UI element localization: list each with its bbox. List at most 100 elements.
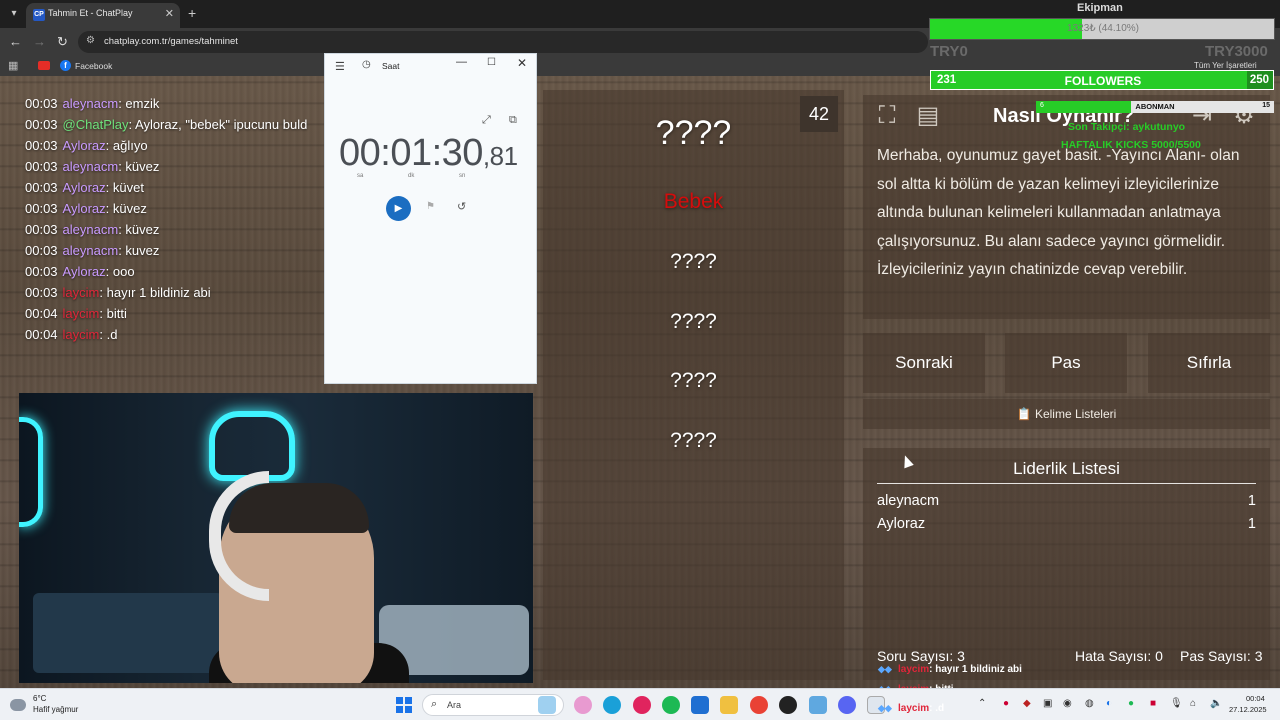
chat-username[interactable]: aleynacm	[63, 96, 119, 111]
chat-username[interactable]: laycim	[63, 327, 100, 342]
chat-time: 00:03	[25, 180, 58, 195]
tab-search-icon[interactable]: ▾	[6, 6, 22, 22]
stopwatch-display: 00:01:30,81	[339, 132, 518, 175]
tray-app-icon[interactable]: ▣	[1043, 698, 1052, 709]
site-info-icon[interactable]: ⚙	[86, 35, 95, 46]
forward-icon[interactable]: →	[33, 34, 46, 49]
file-explorer-icon[interactable]	[720, 696, 738, 714]
tray-app-icon[interactable]: ◐	[1106, 698, 1112, 709]
reset-button[interactable]: Sıfırla	[1148, 333, 1270, 393]
word-lists-button[interactable]: 📋 Kelime Listeleri	[863, 399, 1270, 429]
pass-count: Pas Sayısı: 3	[1180, 648, 1263, 664]
all-bookmarks[interactable]: Tüm Yer İşaretleri	[1194, 61, 1257, 70]
headphones	[209, 471, 269, 601]
obs-icon[interactable]	[779, 696, 797, 714]
chat-username[interactable]: Ayloraz	[63, 264, 106, 279]
chat-message: 00:03 Ayloraz: ağlıyo	[25, 138, 148, 153]
fullscreen-icon[interactable]: ⛶	[872, 101, 902, 131]
tray-app-icon[interactable]: ●	[1003, 698, 1009, 709]
taskbar-date[interactable]: 27.12.2025	[1229, 705, 1267, 714]
expand-icon[interactable]: ⤢	[482, 114, 491, 127]
back-icon[interactable]: ←	[9, 34, 22, 49]
question-count: Soru Sayısı: 3	[877, 648, 965, 664]
stopwatch-main: 00:01:30	[339, 132, 483, 174]
overlay-chat-user: laycim	[898, 703, 930, 714]
youtube-icon[interactable]	[38, 61, 50, 70]
lap-flag-icon[interactable]: ⚑	[426, 201, 435, 212]
chat-message: 00:03 @ChatPlay: Ayloraz, "bebek" ipucunu…	[25, 117, 307, 132]
neon-light	[19, 417, 43, 527]
close-icon[interactable]: ✕	[517, 56, 527, 70]
store-icon[interactable]	[691, 696, 709, 714]
reset-icon[interactable]: ↺	[457, 200, 466, 213]
chat-username[interactable]: aleynacm	[63, 222, 119, 237]
subscription-label: ABONMAN	[1135, 102, 1175, 111]
document-icon[interactable]: ▤	[913, 101, 943, 131]
tray-chevron-icon[interactable]: ⌃	[978, 698, 986, 709]
apps-grid-icon[interactable]: ▦	[8, 59, 18, 72]
discord-icon[interactable]	[838, 696, 856, 714]
tab-close-icon[interactable]: ✕	[165, 7, 174, 20]
word-panel: ???? Bebek ???? ???? ???? ????	[543, 90, 844, 680]
tray-spotify-icon[interactable]: ●	[1128, 698, 1134, 709]
equipment-goal-max: TRY3000	[1205, 43, 1268, 60]
new-tab-icon[interactable]: +	[188, 5, 196, 21]
forbidden-word: Bebek	[663, 190, 724, 213]
edge-icon[interactable]	[603, 696, 621, 714]
tab-tahmin-et[interactable]: CP Tahmin Et - ChatPlay ✕	[26, 3, 180, 28]
chat-username[interactable]: @ChatPlay	[63, 117, 129, 132]
how-to-play-panel: ⛶ ▤ Nasıl Oynanır? ⇥ ⚙ Merhaba, oyunumuz…	[863, 95, 1270, 319]
chat-username[interactable]: Ayloraz	[63, 201, 106, 216]
hamburger-menu-icon[interactable]: ☰	[335, 60, 345, 73]
unit-minutes: dk	[408, 173, 415, 179]
keep-on-top-icon[interactable]: ⧉	[509, 114, 517, 127]
chatplay-favicon-icon: CP	[33, 9, 45, 21]
subscription-goal: 15	[1262, 102, 1270, 109]
weather-desc[interactable]: Hafif yağmur	[33, 705, 78, 714]
settings-app-icon[interactable]	[809, 696, 827, 714]
bookmark-facebook[interactable]: Facebook	[75, 61, 112, 71]
chat-username[interactable]: aleynacm	[63, 159, 119, 174]
chat-username[interactable]: aleynacm	[63, 243, 119, 258]
chat-username[interactable]: Ayloraz	[63, 138, 106, 153]
chat-text: : emzik	[118, 96, 160, 111]
chat-username[interactable]: Ayloraz	[63, 180, 106, 195]
tray-app-icon[interactable]: ◉	[1063, 698, 1072, 709]
pass-button[interactable]: Pas	[1005, 333, 1127, 393]
copilot-icon[interactable]	[574, 696, 592, 714]
chat-message: 00:03 aleynacm: küvez	[25, 159, 159, 174]
url-field[interactable]: ⚙ chatplay.com.tr/games/tahminet	[78, 31, 928, 53]
hidden-word: ????	[670, 369, 717, 392]
next-button[interactable]: Sonraki	[863, 333, 985, 393]
microphone-icon[interactable]: 🎙	[1170, 698, 1183, 709]
network-icon[interactable]: ⌂	[1190, 698, 1196, 709]
widgets-icon[interactable]	[538, 696, 556, 714]
chrome-icon[interactable]	[750, 696, 768, 714]
tray-app-icon[interactable]: ■	[1150, 698, 1156, 709]
chat-time: 00:03	[25, 117, 58, 132]
chat-username[interactable]: laycim	[63, 285, 100, 300]
chat-time: 00:03	[25, 96, 58, 111]
chat-message: 00:03 laycim: hayır 1 bildiniz abi	[25, 285, 211, 300]
overlay-chat-line: ◆◆ laycim: .d	[878, 703, 944, 714]
play-button[interactable]: ▶	[386, 196, 411, 221]
stopwatch-fraction: ,81	[482, 141, 518, 171]
cloud-rain-icon[interactable]	[10, 699, 26, 711]
chat-time: 00:03	[25, 264, 58, 279]
volume-icon[interactable]: 🔈	[1210, 698, 1222, 709]
spotify-icon[interactable]	[662, 696, 680, 714]
facebook-icon[interactable]: f	[60, 60, 71, 71]
weather-temp[interactable]: 6°C	[33, 694, 46, 703]
media-player-icon[interactable]	[633, 696, 651, 714]
windows-start-icon[interactable]	[396, 697, 412, 713]
minimize-icon[interactable]: —	[456, 56, 467, 68]
taskbar-time[interactable]: 00:04	[1246, 694, 1265, 703]
equipment-goal-bar: 1323₺ (44.10%)	[929, 18, 1275, 40]
unit-hours: sa	[357, 173, 364, 179]
tray-app-icon[interactable]: ◆	[1023, 698, 1031, 709]
maximize-icon[interactable]: ☐	[487, 57, 496, 68]
tray-app-icon[interactable]: ◍	[1085, 698, 1094, 709]
reload-icon[interactable]: ↻	[57, 34, 68, 50]
chat-username[interactable]: laycim	[63, 306, 100, 321]
chat-text: : ooo	[105, 264, 135, 279]
